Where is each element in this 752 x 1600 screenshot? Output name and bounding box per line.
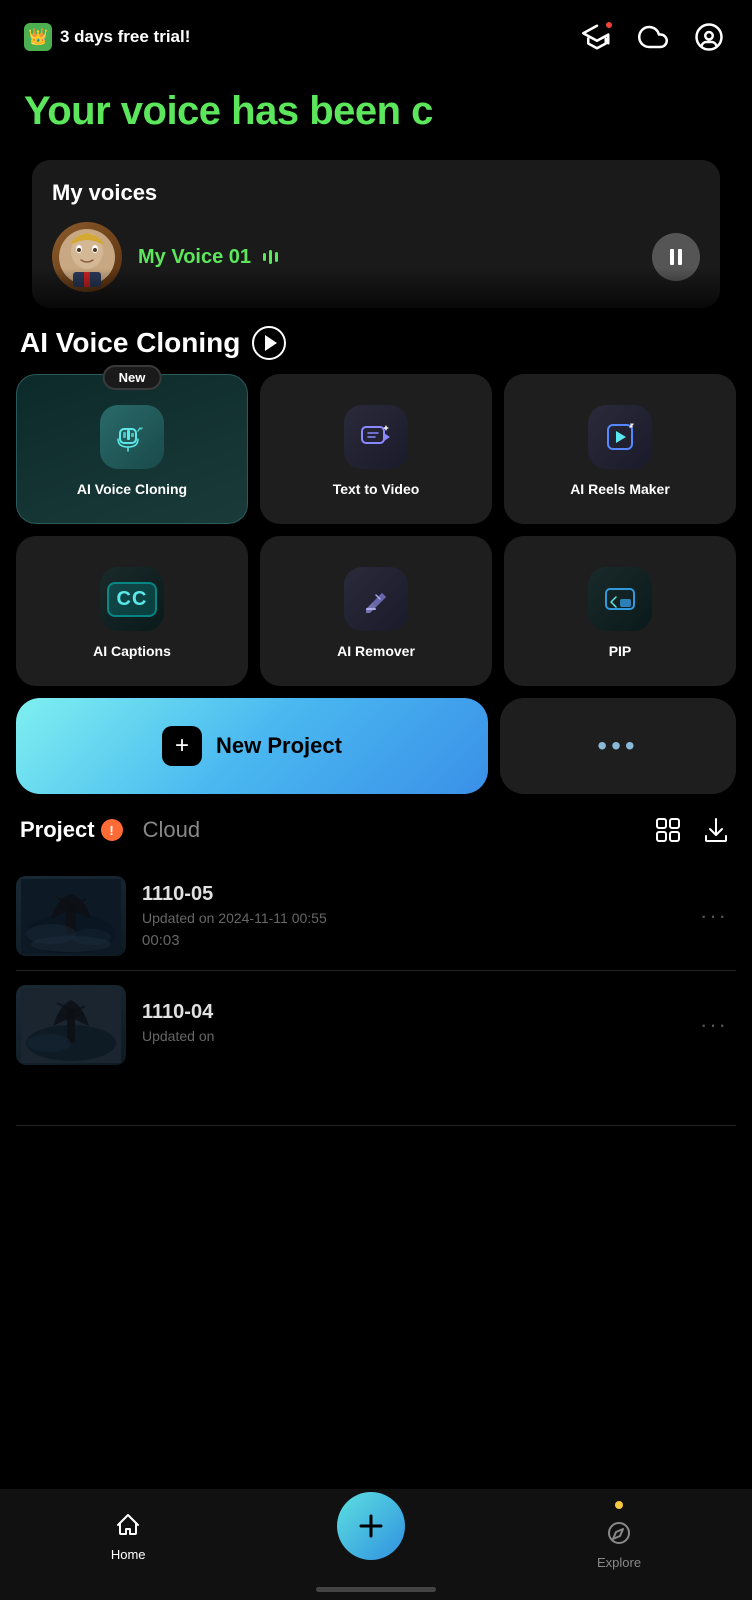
project-date: Updated on [142,1028,676,1044]
project-date: Updated on 2024-11-11 00:55 [142,910,676,926]
tool-card-remover[interactable]: AI Remover [260,536,492,686]
project-list: 1110-05 Updated on 2024-11-11 00:55 00:0… [0,862,752,1126]
tool-label-pip: PIP [609,643,632,659]
voice-item[interactable]: My Voice 01 [52,222,700,292]
hero-banner: Your voice has been c [0,68,752,144]
voice-cloning-icon [100,405,164,469]
project-tab-label: Project [20,817,95,843]
hero-title: Your voice has been c [24,88,728,134]
pause-button[interactable] [652,233,700,281]
tool-card-reels[interactable]: AI Reels Maker [504,374,736,524]
my-voices-title: My voices [52,180,700,206]
project-name: 1110-04 [142,1001,676,1024]
tool-label-remover: AI Remover [337,643,415,659]
user-circle-icon[interactable] [690,18,728,56]
top-bar: 👑 3 days free trial! [0,0,752,68]
crown-icon: 👑 [24,23,52,51]
tool-grid: New AI Voice Cloning Text [0,370,752,698]
more-button[interactable]: ••• [500,698,736,794]
project-section-header: Project ! Cloud [0,814,752,862]
trial-badge[interactable]: 👑 3 days free trial! [24,23,190,51]
project-name: 1110-05 [142,883,676,906]
pip-icon [588,567,652,631]
tab-cloud[interactable]: Cloud [143,817,200,843]
project-actions [652,814,732,846]
new-badge: New [103,365,162,390]
grid-view-icon[interactable] [652,814,684,846]
tool-card-text-video[interactable]: Text to Video [260,374,492,524]
project-info: 1110-05 Updated on 2024-11-11 00:55 00:0… [142,883,676,949]
tool-label-text-video: Text to Video [333,481,420,497]
reels-icon [588,405,652,469]
project-thumbnail [16,985,126,1065]
tool-label-reels: AI Reels Maker [570,481,670,497]
new-project-plus-icon: + [162,726,202,766]
remover-icon [344,567,408,631]
graduate-cap-icon[interactable] [578,18,616,56]
nav-explore[interactable]: Explore [567,1501,671,1570]
trial-label: 3 days free trial! [60,27,190,47]
export-icon[interactable] [700,814,732,846]
section-header: AI Voice Cloning [0,308,752,370]
action-row: + New Project ••• [0,698,752,814]
my-voices-card: My voices My Voi [32,160,720,308]
tool-label-voice-cloning: AI Voice Cloning [77,481,187,497]
project-info: 1110-04 Updated on [142,1001,676,1050]
captions-icon: CC [100,567,164,631]
explore-icon [603,1517,635,1549]
voice-name: My Voice 01 [138,246,636,269]
waveform [263,250,278,264]
home-icon [112,1509,144,1541]
project-thumbnail [16,876,126,956]
explore-label: Explore [597,1555,641,1570]
more-dots-icon: ••• [597,730,638,762]
home-label: Home [111,1547,146,1562]
cloud-tab-label: Cloud [143,817,200,843]
project-tabs: Project ! Cloud [20,817,200,843]
tool-label-captions: AI Captions [93,643,171,659]
tool-card-voice-cloning[interactable]: New AI Voice Cloning [16,374,248,524]
add-button[interactable] [337,1492,405,1560]
explore-dot [615,1501,623,1509]
bottom-handle [316,1587,436,1592]
notification-dot [604,20,614,30]
project-item[interactable]: 1110-05 Updated on 2024-11-11 00:55 00:0… [16,862,736,971]
bottom-nav: Home Explore [0,1489,752,1600]
text-video-icon [344,405,408,469]
new-project-label: New Project [216,733,342,759]
project-duration: 00:03 [142,932,676,949]
voice-avatar [52,222,122,292]
project-more-button[interactable]: ··· [692,895,736,937]
top-icons [578,18,728,56]
tool-card-captions[interactable]: CC AI Captions [16,536,248,686]
cloud-icon[interactable] [634,18,672,56]
ai-voice-title: AI Voice Cloning [20,327,240,359]
project-more-button[interactable]: ··· [692,1004,736,1046]
info-badge: ! [101,819,123,841]
nav-home[interactable]: Home [81,1509,176,1562]
tool-card-pip[interactable]: PIP [504,536,736,686]
project-item[interactable]: 1110-04 Updated on ··· [16,971,736,1126]
new-project-button[interactable]: + New Project [16,698,488,794]
play-circle-icon[interactable] [252,326,286,360]
tab-project[interactable]: Project ! [20,817,123,843]
